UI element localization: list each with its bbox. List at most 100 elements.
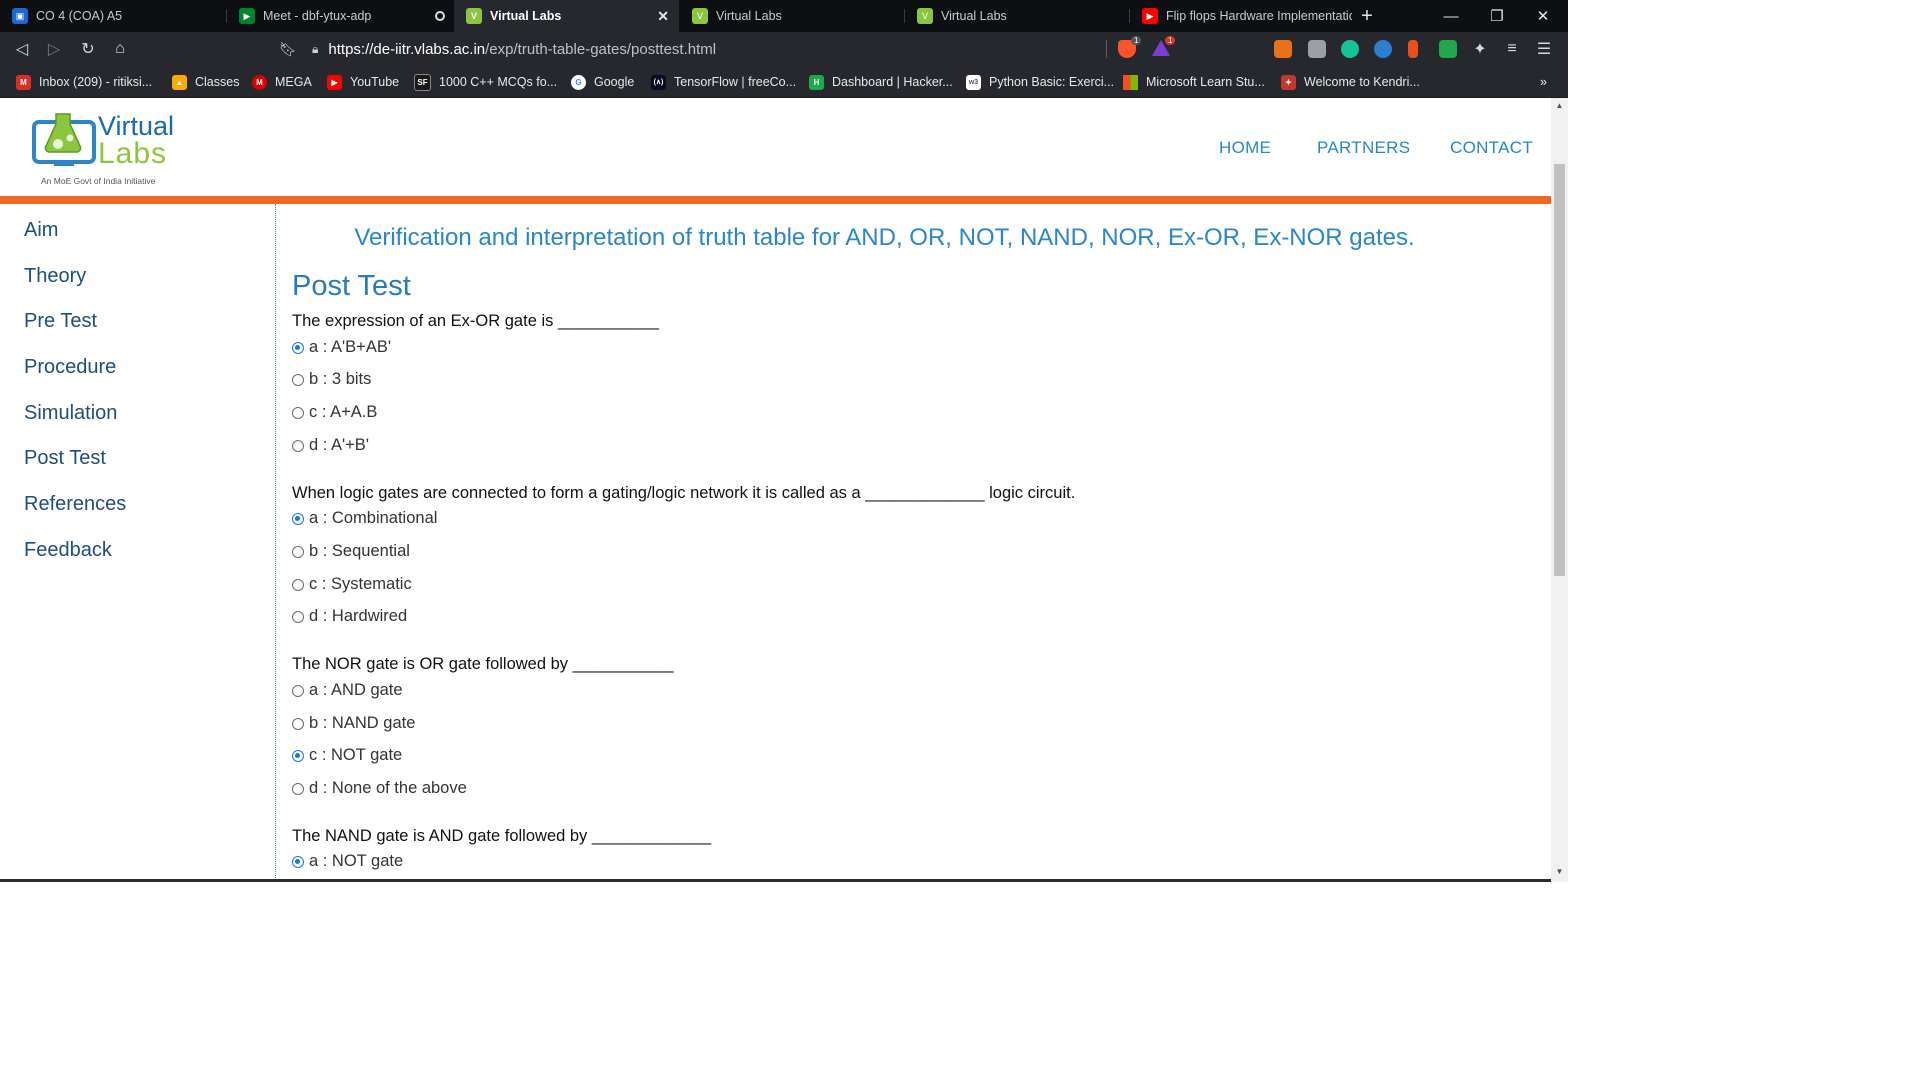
nav-contact-link[interactable]: CONTACT xyxy=(1450,138,1533,158)
radio-button[interactable] xyxy=(292,578,304,591)
experiment-title: Verification and interpretation of truth… xyxy=(354,224,1415,251)
nav-home-link[interactable]: HOME xyxy=(1219,138,1271,158)
bookmark-microsoft-learn[interactable]: Microsoft Learn Stu... xyxy=(1123,73,1265,91)
experiment-sidebar: Aim Theory Pre Test Procedure Simulation… xyxy=(0,204,276,882)
radio-button-checked[interactable] xyxy=(292,341,304,354)
key-extension-icon[interactable] xyxy=(1274,40,1292,58)
answer-option[interactable]: a : AND gate xyxy=(292,681,403,700)
home-button[interactable]: ⌂ xyxy=(108,37,132,61)
sidebar-item-feedback[interactable]: Feedback xyxy=(24,539,112,562)
vlabs-icon: V xyxy=(917,8,933,24)
browser-tab[interactable]: ▣ CO 4 (COA) A5 xyxy=(0,0,226,32)
tab-title: Virtual Labs xyxy=(490,9,562,23)
scroll-down-arrow-icon[interactable]: ▼ xyxy=(1551,864,1568,880)
close-tab-icon[interactable]: ✕ xyxy=(657,8,669,25)
recording-indicator-icon xyxy=(435,11,445,21)
flask-monitor-icon xyxy=(32,113,96,166)
address-bar[interactable]: 🔒︎ https://de-iitr.vlabs.ac.in/exp/truth… xyxy=(312,36,1108,62)
sidebar-item-simulation[interactable]: Simulation xyxy=(24,402,117,425)
browser-tab[interactable]: V Virtual Labs xyxy=(905,0,1129,32)
address-divider xyxy=(1106,40,1107,58)
media-queue-icon[interactable]: ≡ xyxy=(1500,37,1524,61)
radio-button[interactable] xyxy=(292,782,304,795)
bookmark-label: Google xyxy=(594,75,635,89)
bookmark-label: Welcome to Kendri... xyxy=(1304,75,1420,89)
lock-icon: 🔒︎ xyxy=(312,41,319,56)
radio-button[interactable] xyxy=(292,610,304,623)
sidebar-item-theory[interactable]: Theory xyxy=(24,265,86,288)
camera-extension-icon[interactable] xyxy=(1308,40,1326,58)
bookmark-youtube[interactable]: ▶ YouTube xyxy=(327,73,399,91)
scroll-up-arrow-icon[interactable]: ▲ xyxy=(1551,98,1568,114)
new-tab-button[interactable]: + xyxy=(1344,0,1390,32)
answer-option[interactable]: b : NAND gate xyxy=(292,714,415,733)
answer-option[interactable]: a : NOT gate xyxy=(292,852,403,871)
answer-option[interactable]: d : A'+B' xyxy=(292,436,369,455)
sidebar-item-pre-test[interactable]: Pre Test xyxy=(24,310,97,333)
answer-option[interactable]: d : Hardwired xyxy=(292,607,407,626)
answer-option[interactable]: a : Combinational xyxy=(292,509,437,528)
radio-button[interactable] xyxy=(292,373,304,386)
freecodecamp-icon: (∧) xyxy=(651,74,666,90)
answer-option[interactable]: c : A+A.B xyxy=(292,403,377,422)
bookmark-label: Python Basic: Exerci... xyxy=(989,75,1115,89)
maximize-button[interactable]: ❐ xyxy=(1474,0,1520,32)
sidebar-item-post-test[interactable]: Post Test xyxy=(24,447,106,470)
menu-icon[interactable]: ☰ xyxy=(1532,37,1556,61)
forward-button[interactable]: ▷ xyxy=(42,37,66,61)
bookmark-mega[interactable]: M MEGA xyxy=(252,73,312,91)
site-header: Virtual Labs An MoE Govt of India Initia… xyxy=(0,98,1551,196)
back-button[interactable]: ◁ xyxy=(10,37,34,61)
bookmark-label: MEGA xyxy=(275,75,312,89)
option-label: a : NOT gate xyxy=(309,852,404,870)
bookmark-google[interactable]: G Google xyxy=(571,73,634,91)
bookmark-kendriya[interactable]: ✦ Welcome to Kendri... xyxy=(1281,73,1420,91)
radio-button[interactable] xyxy=(292,406,304,419)
bookmark-hackerrank[interactable]: H Dashboard | Hacker... xyxy=(809,73,953,91)
bookmark-freecodecamp[interactable]: (∧) TensorFlow | freeCo... xyxy=(651,73,796,91)
bookmark-label: Dashboard | Hacker... xyxy=(832,75,953,89)
close-window-button[interactable]: ✕ xyxy=(1520,0,1566,32)
answer-option[interactable]: c : NOT gate xyxy=(292,746,402,765)
sidebar-item-references[interactable]: References xyxy=(24,493,126,516)
reload-button[interactable]: ↻ xyxy=(76,37,100,61)
nav-partners-link[interactable]: PARTNERS xyxy=(1317,138,1410,158)
radio-button-checked[interactable] xyxy=(292,512,304,525)
microsoft-icon xyxy=(1123,74,1138,90)
answer-option[interactable]: b : 3 bits xyxy=(292,370,371,389)
bookmark-page-icon[interactable]: 🔖︎ xyxy=(276,37,300,61)
checkmark-extension-icon[interactable] xyxy=(1439,40,1457,58)
radio-button[interactable] xyxy=(292,439,304,452)
scrollbar-thumb[interactable] xyxy=(1554,164,1565,576)
sanfoundry-icon: SF xyxy=(414,73,431,91)
radio-button-checked[interactable] xyxy=(292,855,304,868)
radio-button[interactable] xyxy=(292,545,304,558)
extensions-puzzle-icon[interactable]: ✦ xyxy=(1468,37,1492,61)
answer-option[interactable]: b : Sequential xyxy=(292,542,410,561)
browser-tab[interactable]: ▶ Meet - dbf-ytux-adp xyxy=(227,0,453,32)
answer-option[interactable]: d : None of the above xyxy=(292,779,467,798)
radio-button[interactable] xyxy=(292,684,304,697)
option-label: a : Combinational xyxy=(309,509,438,527)
answer-option[interactable]: a : A'B+AB' xyxy=(292,338,391,357)
grammarly-icon[interactable] xyxy=(1341,40,1359,58)
bookmark-w3resource[interactable]: w3 Python Basic: Exerci... xyxy=(966,73,1114,91)
bookmark-classes[interactable]: ▲ Classes xyxy=(172,73,239,91)
sidebar-item-procedure[interactable]: Procedure xyxy=(24,356,116,379)
radio-button[interactable] xyxy=(292,717,304,730)
answer-option[interactable]: c : Systematic xyxy=(292,575,412,594)
browser-tab[interactable]: ▶ Flip flops Hardware Implementatio xyxy=(1130,0,1352,32)
browser-tab-active[interactable]: V Virtual Labs ✕ xyxy=(454,0,679,32)
page-scrollbar[interactable]: ▲ ▼ xyxy=(1551,98,1568,882)
megaphone-extension-icon[interactable] xyxy=(1408,40,1418,58)
speed-extension-icon[interactable] xyxy=(1374,40,1392,58)
bookmark-gmail[interactable]: M Inbox (209) - ritiksi... xyxy=(16,73,152,91)
minimize-button[interactable]: — xyxy=(1428,0,1474,32)
bookmark-sanfoundry[interactable]: SF 1000 C++ MCQs fo... xyxy=(414,73,557,91)
url-path: /exp/truth-table-gates/posttest.html xyxy=(485,40,717,58)
sidebar-item-aim[interactable]: Aim xyxy=(24,219,58,242)
browser-tab[interactable]: V Virtual Labs xyxy=(680,0,904,32)
more-bookmarks-button[interactable]: » xyxy=(1540,73,1547,91)
virtual-labs-logo[interactable]: Virtual Labs An MoE Govt of India Initia… xyxy=(32,108,182,188)
radio-button-checked[interactable] xyxy=(292,749,304,762)
